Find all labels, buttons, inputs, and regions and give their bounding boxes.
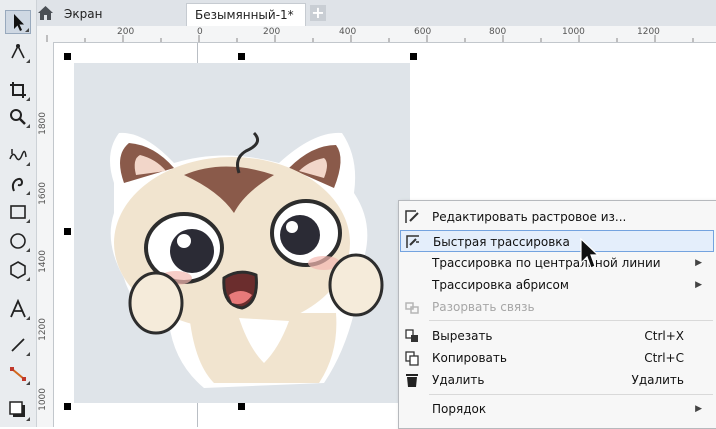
context-menu: Редактировать растровое из... Быстрая тр… [398, 200, 716, 429]
crop-icon [10, 82, 26, 98]
line-connector-icon [11, 338, 25, 352]
cat-sticker-illustration [110, 131, 384, 388]
drop-shadow-icon [9, 401, 25, 417]
tab-document-label: Безымянный-1* [195, 8, 294, 22]
magnifier-icon [10, 109, 26, 125]
menu-item-delete[interactable]: Удалить Удалить [400, 369, 714, 391]
polygon-tool-button[interactable] [5, 258, 31, 282]
submenu-arrow-icon: ▶ [695, 280, 702, 290]
trash-icon [406, 374, 418, 387]
menu-item-shortcut: Ctrl+C [644, 351, 684, 365]
shadow-tool-button[interactable] [5, 398, 31, 422]
ellipse-tool-button[interactable] [5, 229, 31, 253]
selection-handle-top-right[interactable] [410, 53, 417, 60]
menu-item-order[interactable]: Порядок ▶ [400, 398, 714, 420]
connector-tool-button[interactable] [5, 333, 31, 357]
menu-item-label: Вырезать [432, 329, 493, 343]
toolbox [0, 0, 37, 427]
vertical-ruler[interactable]: 1800 1600 1400 1200 1000 [37, 42, 54, 427]
pick-tool-button[interactable] [5, 10, 31, 34]
document-tab-bar: Экран приветствия Безымянный-1* + [0, 0, 716, 44]
blend-tool-button[interactable] [5, 362, 31, 386]
freehand-icon [9, 149, 27, 161]
selection-handle-bottom[interactable] [238, 403, 245, 410]
artistic-media-tool-button[interactable] [5, 172, 31, 196]
cut-icon [405, 329, 418, 342]
tab-welcome-screen[interactable]: Экран приветствия [56, 3, 182, 44]
ruler-ticks [46, 35, 694, 42]
ruler-label: 1200 [38, 318, 48, 341]
menu-item-shortcut: Ctrl+X [644, 329, 684, 343]
menu-item-centerline-trace[interactable]: Трассировка по центральной линии ▶ [400, 252, 714, 274]
menu-item-label: Разорвать связь [432, 300, 535, 314]
home-icon[interactable] [37, 5, 54, 21]
copy-icon [405, 351, 419, 366]
ruler-label: 1000 [38, 388, 48, 411]
menu-item-outline-trace[interactable]: Трассировка абрисом ▶ [400, 274, 714, 296]
menu-item-break-link: Разорвать связь [400, 296, 714, 318]
submenu-arrow-icon: ▶ [695, 404, 702, 414]
ellipse-icon [10, 233, 26, 249]
text-icon [10, 299, 26, 318]
menu-item-shortcut: Удалить [631, 373, 685, 387]
selection-handle-bottom-left[interactable] [64, 403, 71, 410]
menu-item-label: Удалить [432, 373, 485, 387]
break-link-icon [405, 302, 419, 314]
ruler-label: 1800 [38, 112, 48, 135]
polygon-icon [10, 261, 26, 279]
submenu-arrow-icon: ▶ [695, 258, 702, 268]
menu-item-copy[interactable]: Копировать Ctrl+C [400, 347, 714, 369]
selection-handle-left[interactable] [64, 228, 71, 235]
new-tab-button[interactable]: + [310, 5, 326, 21]
selection-handle-top-left[interactable] [64, 53, 71, 60]
crop-tool-button[interactable] [5, 78, 31, 102]
menu-item-label: Редактировать растровое из... [432, 210, 627, 224]
horizontal-ruler[interactable]: 200 0 200 400 600 800 1000 1200 [37, 26, 716, 43]
menu-item-label: Трассировка по центральной линии [432, 256, 661, 270]
menu-item-quick-trace[interactable]: Быстрая трассировка [400, 230, 714, 252]
rectangle-icon [10, 205, 26, 219]
menu-item-label: Порядок [432, 402, 487, 416]
spiral-brush-icon [11, 177, 24, 192]
quick-trace-icon [406, 235, 419, 248]
text-tool-button[interactable] [5, 297, 31, 321]
rectangle-tool-button[interactable] [5, 200, 31, 224]
ruler-label: 1600 [38, 182, 48, 205]
menu-item-cut[interactable]: Вырезать Ctrl+X [400, 325, 714, 347]
menu-item-edit-bitmap[interactable]: Редактировать растровое из... [400, 206, 714, 228]
tab-untitled-document[interactable]: Безымянный-1* [186, 3, 306, 26]
ruler-label: 1400 [38, 250, 48, 273]
menu-item-label: Трассировка абрисом [432, 278, 569, 292]
edit-bitmap-icon [405, 210, 419, 223]
cat-sticker-bitmap[interactable] [74, 63, 410, 403]
shape-edit-icon [11, 44, 25, 59]
menu-separator [429, 320, 713, 321]
menu-separator [429, 394, 713, 395]
zoom-tool-button[interactable] [5, 105, 31, 129]
freehand-tool-button[interactable] [5, 143, 31, 167]
mouse-pointer-icon [580, 237, 599, 269]
shape-tool-button[interactable] [5, 40, 31, 64]
selection-handle-top[interactable] [238, 53, 245, 60]
menu-item-label: Быстрая трассировка [433, 235, 570, 249]
blend-icon [10, 367, 26, 381]
menu-item-label: Копировать [432, 351, 507, 365]
